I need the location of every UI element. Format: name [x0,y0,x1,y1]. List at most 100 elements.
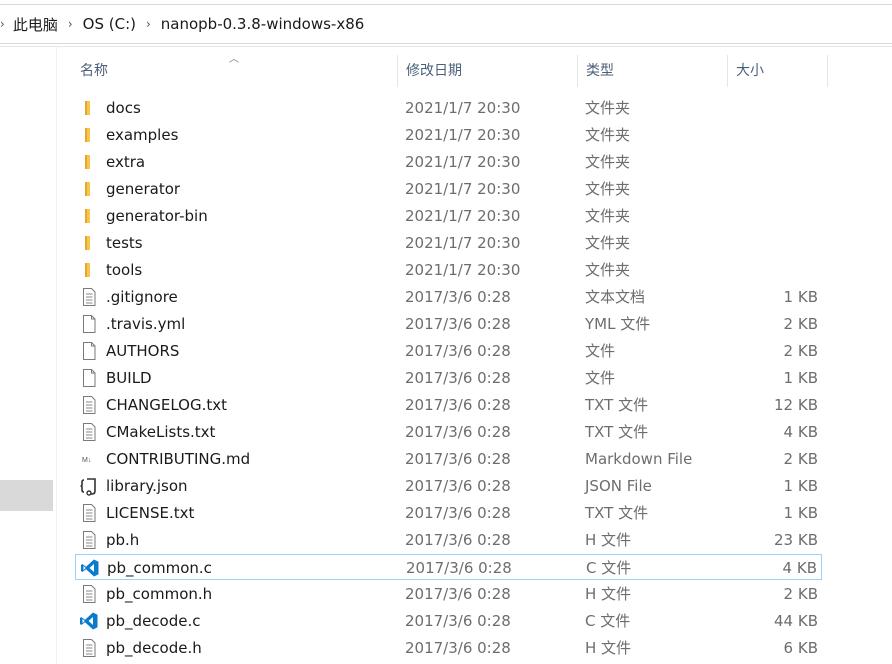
file-name: pb_common.c [107,559,212,577]
file-row[interactable]: docs 2021/1/7 20:30 文件夹 [75,95,822,121]
file-row[interactable]: generator-bin 2021/1/7 20:30 文件夹 [75,203,822,229]
file-size: 1 KB [783,477,818,495]
column-header-size[interactable]: 大小 [728,55,828,87]
file-name: docs [106,99,141,117]
file-name: pb_decode.c [106,612,201,630]
folder-icon [79,260,99,280]
address-bar[interactable]: › 此电脑 › OS (C:) › nanopb-0.3.8-windows-x… [0,0,892,47]
chevron-right-icon[interactable]: › [68,17,73,31]
file-row[interactable]: .gitignore 2017/3/6 0:28 文本文档 1 KB [75,284,822,310]
file-type: 文本文档 [585,288,646,306]
file-type: 文件夹 [585,126,631,144]
file-row[interactable]: examples 2021/1/7 20:30 文件夹 [75,122,822,148]
breadcrumb-item-folder[interactable]: nanopb-0.3.8-windows-x86 [161,15,365,33]
file-name: .gitignore [106,288,178,306]
file-type: Markdown File [585,450,693,468]
file-row[interactable]: pb_decode.h 2017/3/6 0:28 H 文件 6 KB [75,635,822,661]
file-date-modified: 2021/1/7 20:30 [405,99,521,117]
file-date-modified: 2017/3/6 0:28 [405,369,511,387]
column-header-date-modified[interactable]: 修改日期 [398,55,578,87]
file-date-modified: 2021/1/7 20:30 [405,126,521,144]
file-date-modified: 2017/3/6 0:28 [405,342,511,360]
file-size: 2 KB [783,342,818,360]
file-row[interactable]: BUILD 2017/3/6 0:28 文件 1 KB [75,365,822,391]
file-row[interactable]: AUTHORS 2017/3/6 0:28 文件 2 KB [75,338,822,364]
file-row[interactable]: CMakeLists.txt 2017/3/6 0:28 TXT 文件 4 KB [75,419,822,445]
chevron-right-icon[interactable]: › [146,17,151,31]
file-row[interactable]: extra 2021/1/7 20:30 文件夹 [75,149,822,175]
navigation-pane[interactable] [0,47,57,664]
file-name: tools [106,261,143,279]
navigation-pane-selected-item[interactable] [0,480,53,511]
text-document-icon [79,530,99,550]
file-name: AUTHORS [106,342,180,360]
file-date-modified: 2017/3/6 0:28 [405,531,511,549]
svg-text:M↓: M↓ [82,457,91,464]
file-row[interactable]: tools 2021/1/7 20:30 文件夹 [75,257,822,283]
file-row[interactable]: generator 2021/1/7 20:30 文件夹 [75,176,822,202]
blank-file-icon [79,314,99,334]
file-size: 4 KB [782,559,817,577]
file-type: 文件夹 [585,99,631,117]
file-name: CHANGELOG.txt [106,396,227,414]
file-type: 文件夹 [585,234,631,252]
file-row[interactable]: library.json 2017/3/6 0:28 JSON File 1 KB [75,473,822,499]
file-date-modified: 2021/1/7 20:30 [405,234,521,252]
text-document-icon [79,422,99,442]
file-type: H 文件 [585,585,632,603]
file-row[interactable]: .travis.yml 2017/3/6 0:28 YML 文件 2 KB [75,311,822,337]
text-document-icon [79,503,99,523]
file-row[interactable]: tests 2021/1/7 20:30 文件夹 [75,230,822,256]
file-name: pb_common.h [106,585,213,603]
file-row[interactable]: pb_common.h 2017/3/6 0:28 H 文件 2 KB [75,581,822,607]
file-type: 文件夹 [585,261,631,279]
file-date-modified: 2017/3/6 0:28 [405,288,511,306]
text-document-icon [79,287,99,307]
file-size: 2 KB [783,315,818,333]
file-type: C 文件 [586,559,632,577]
markdown-file-icon: M↓ [79,449,99,469]
file-type: C 文件 [585,612,631,630]
text-document-icon [79,638,99,658]
file-name: generator-bin [106,207,208,225]
file-type: H 文件 [585,639,632,657]
file-name: extra [106,153,146,171]
file-size: 1 KB [783,288,818,306]
breadcrumb-item-drive[interactable]: OS (C:) [83,15,136,33]
file-row[interactable]: LICENSE.txt 2017/3/6 0:28 TXT 文件 1 KB [75,500,822,526]
breadcrumb[interactable]: › 此电脑 › OS (C:) › nanopb-0.3.8-windows-x… [0,4,892,44]
vscode-icon [80,558,100,578]
file-row[interactable]: pb_decode.c 2017/3/6 0:28 C 文件 44 KB [75,608,822,634]
folder-icon [79,152,99,172]
json-file-icon [79,476,99,496]
file-name: .travis.yml [106,315,186,333]
file-row[interactable]: pb.h 2017/3/6 0:28 H 文件 23 KB [75,527,822,553]
chevron-right-icon[interactable]: › [0,17,5,31]
file-name: BUILD [106,369,152,387]
file-name: tests [106,234,143,252]
column-header-type[interactable]: 类型 [578,55,728,87]
file-type: 文件 [585,342,616,360]
file-row[interactable]: CHANGELOG.txt 2017/3/6 0:28 TXT 文件 12 KB [75,392,822,418]
column-header-name[interactable]: 名称 [72,55,398,87]
file-row[interactable]: pb_common.c 2017/3/6 0:28 C 文件 4 KB [75,554,822,580]
file-type: TXT 文件 [585,396,649,414]
file-row[interactable]: M↓ CONTRIBUTING.md 2017/3/6 0:28 Markdown F… [75,446,822,472]
file-name: generator [106,180,181,198]
text-document-icon [79,395,99,415]
file-date-modified: 2021/1/7 20:30 [405,153,521,171]
blank-file-icon [79,341,99,361]
file-type: TXT 文件 [585,423,649,441]
file-date-modified: 2017/3/6 0:28 [405,477,511,495]
folder-icon [79,206,99,226]
file-date-modified: 2017/3/6 0:28 [405,315,511,333]
breadcrumb-item-this-pc[interactable]: 此电脑 [13,14,58,35]
file-type: JSON File [585,477,652,495]
file-size: 1 KB [783,504,818,522]
file-name: examples [106,126,179,144]
file-size: 2 KB [783,450,818,468]
file-type: TXT 文件 [585,504,649,522]
file-size: 4 KB [783,423,818,441]
file-list: ︿ 名称 修改日期 类型 大小 docs 2021/1/7 20:30 文件夹 exa… [56,47,892,664]
file-name: CMakeLists.txt [106,423,216,441]
